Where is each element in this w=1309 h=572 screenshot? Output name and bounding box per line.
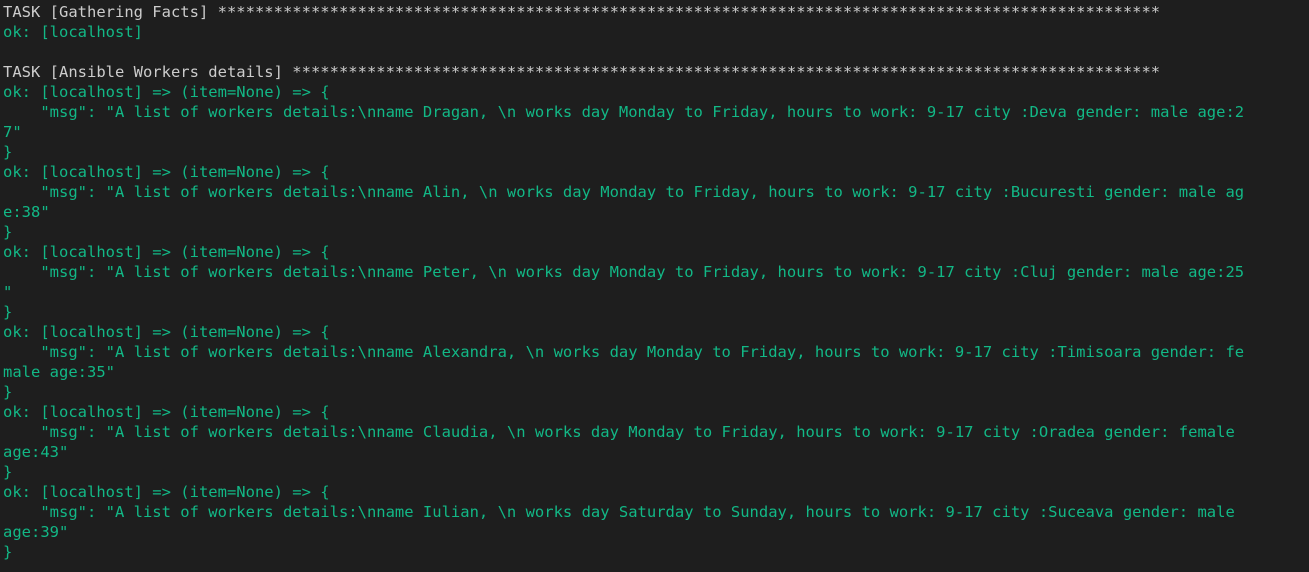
result-status-line: ok: [localhost] => (item=None) => { (3, 83, 330, 101)
result-block-dragan: ok: [localhost] => (item=None) => { "msg… (3, 82, 1309, 162)
result-msg-wrap-line: 7" (3, 123, 22, 141)
result-msg-wrap-line: male age:35" (3, 363, 115, 381)
terminal-output[interactable]: TASK [Gathering Facts] *****************… (0, 0, 1309, 572)
result-block-claudia: ok: [localhost] => (item=None) => { "msg… (3, 402, 1309, 482)
result-msg-line: "msg": "A list of workers details:\nname… (3, 423, 1235, 441)
result-msg-wrap-line: " (3, 283, 13, 301)
result-close-brace: } (3, 303, 13, 321)
result-msg-line: "msg": "A list of workers details:\nname… (3, 103, 1245, 121)
result-close-brace: } (3, 463, 13, 481)
result-msg-line: "msg": "A list of workers details:\nname… (3, 183, 1245, 201)
result-msg-wrap-line: e:38" (3, 203, 50, 221)
result-msg-wrap-line: age:39" (3, 523, 69, 541)
result-close-brace: } (3, 143, 13, 161)
result-msg-line: "msg": "A list of workers details:\nname… (3, 343, 1245, 361)
result-close-brace: } (3, 383, 13, 401)
result-status-line: ok: [localhost] => (item=None) => { (3, 323, 330, 341)
result-close-brace: } (3, 543, 13, 561)
task-result-line: ok: [localhost] (3, 23, 143, 41)
result-block-alexandra: ok: [localhost] => (item=None) => { "msg… (3, 322, 1309, 402)
result-block-alin: ok: [localhost] => (item=None) => { "msg… (3, 162, 1309, 242)
result-status-line: ok: [localhost] => (item=None) => { (3, 163, 330, 181)
result-status-line: ok: [localhost] => (item=None) => { (3, 483, 330, 501)
result-status-line: ok: [localhost] => (item=None) => { (3, 403, 330, 421)
result-status-line: ok: [localhost] => (item=None) => { (3, 243, 330, 261)
task-header-gathering-facts: TASK [Gathering Facts] *****************… (3, 3, 1161, 21)
result-msg-wrap-line: age:43" (3, 443, 69, 461)
result-msg-line: "msg": "A list of workers details:\nname… (3, 503, 1235, 521)
result-block-peter: ok: [localhost] => (item=None) => { "msg… (3, 242, 1309, 322)
result-block-iulian: ok: [localhost] => (item=None) => { "msg… (3, 482, 1309, 562)
result-msg-line: "msg": "A list of workers details:\nname… (3, 263, 1245, 281)
task-header-ansible-workers: TASK [Ansible Workers details] *********… (3, 63, 1161, 81)
result-close-brace: } (3, 223, 13, 241)
